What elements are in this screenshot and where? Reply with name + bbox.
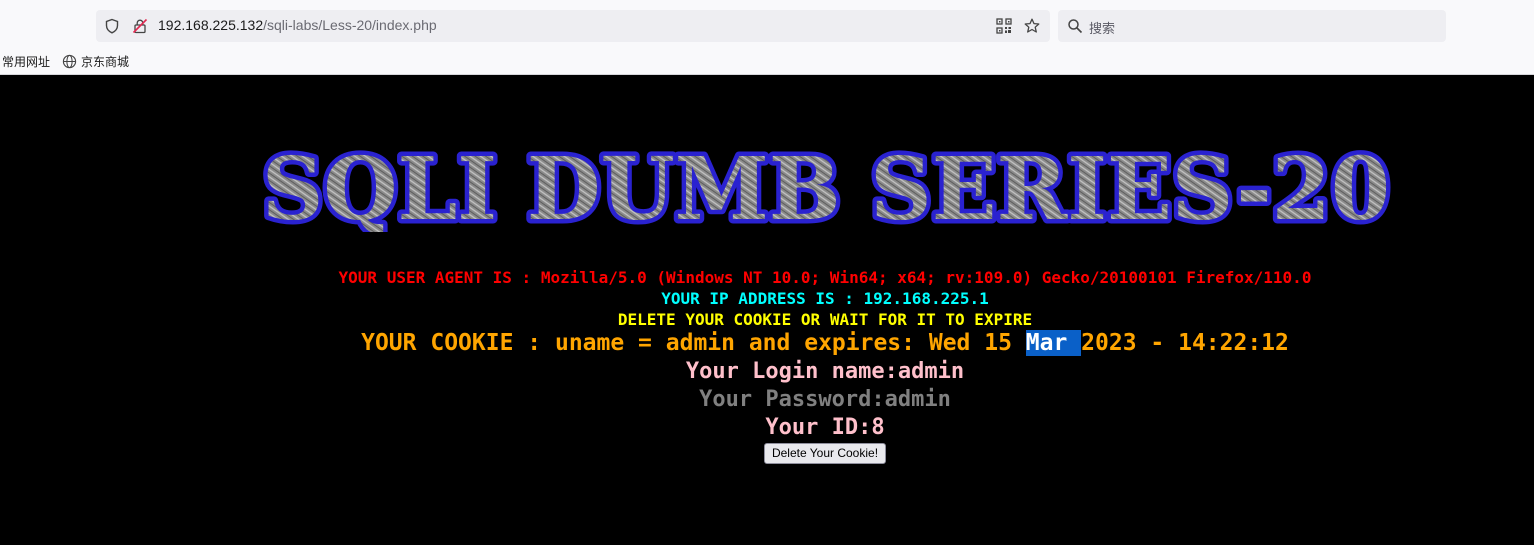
selected-text: Mar	[1025, 330, 1082, 356]
page-content: SQLI DUMB SERIES-20 SQLI DUMB SERIES-20 …	[0, 75, 1534, 545]
cookie-line: YOUR COOKIE : uname = admin and expires:…	[0, 330, 1534, 356]
ip-address-line: YOUR IP ADDRESS IS : 192.168.225.1	[661, 289, 989, 308]
insecure-lock-icon[interactable]	[132, 18, 148, 34]
bookmark-star-icon[interactable]	[1024, 18, 1040, 34]
password-line: Your Password:admin	[699, 387, 951, 412]
url-path: /sqli-labs/Less-20/index.php	[263, 17, 437, 33]
user-agent-line: YOUR USER AGENT IS : Mozilla/5.0 (Window…	[338, 268, 1312, 287]
cookie-text-end: 2023 - 14:22:12	[1081, 330, 1289, 356]
cookie-text: YOUR COOKIE : uname = admin and expires:…	[361, 330, 1026, 356]
qr-code-icon[interactable]	[996, 18, 1012, 34]
delete-cookie-notice: DELETE YOUR COOKIE OR WAIT FOR IT TO EXP…	[617, 310, 1033, 329]
search-icon	[1067, 18, 1083, 34]
url-host: 192.168.225.132	[158, 17, 264, 33]
search-placeholder: 搜索	[1089, 22, 1116, 37]
url-text[interactable]: 192.168.225.132/sqli-labs/Less-20/index.…	[158, 17, 437, 33]
shield-icon[interactable]	[104, 18, 120, 34]
bookmark-item[interactable]: 常用网址	[2, 53, 50, 70]
search-bar[interactable]: 搜索	[1058, 10, 1446, 42]
user-id-line: Your ID:8	[765, 415, 885, 440]
globe-icon	[62, 54, 77, 69]
banner-title: SQLI DUMB SERIES-20	[262, 139, 1390, 232]
bookmark-item[interactable]: 京东商城	[81, 53, 129, 70]
login-name-line: Your Login name:admin	[685, 359, 965, 384]
browser-toolbar: 192.168.225.132/sqli-labs/Less-20/index.…	[0, 0, 1534, 50]
delete-cookie-button[interactable]: Delete Your Cookie!	[764, 443, 886, 464]
sqli-dumb-series-banner: SQLI DUMB SERIES-20 SQLI DUMB SERIES-20	[258, 137, 1395, 232]
address-bar[interactable]: 192.168.225.132/sqli-labs/Less-20/index.…	[96, 10, 1050, 42]
bookmarks-toolbar: 常用网址 京东商城	[0, 50, 1534, 75]
